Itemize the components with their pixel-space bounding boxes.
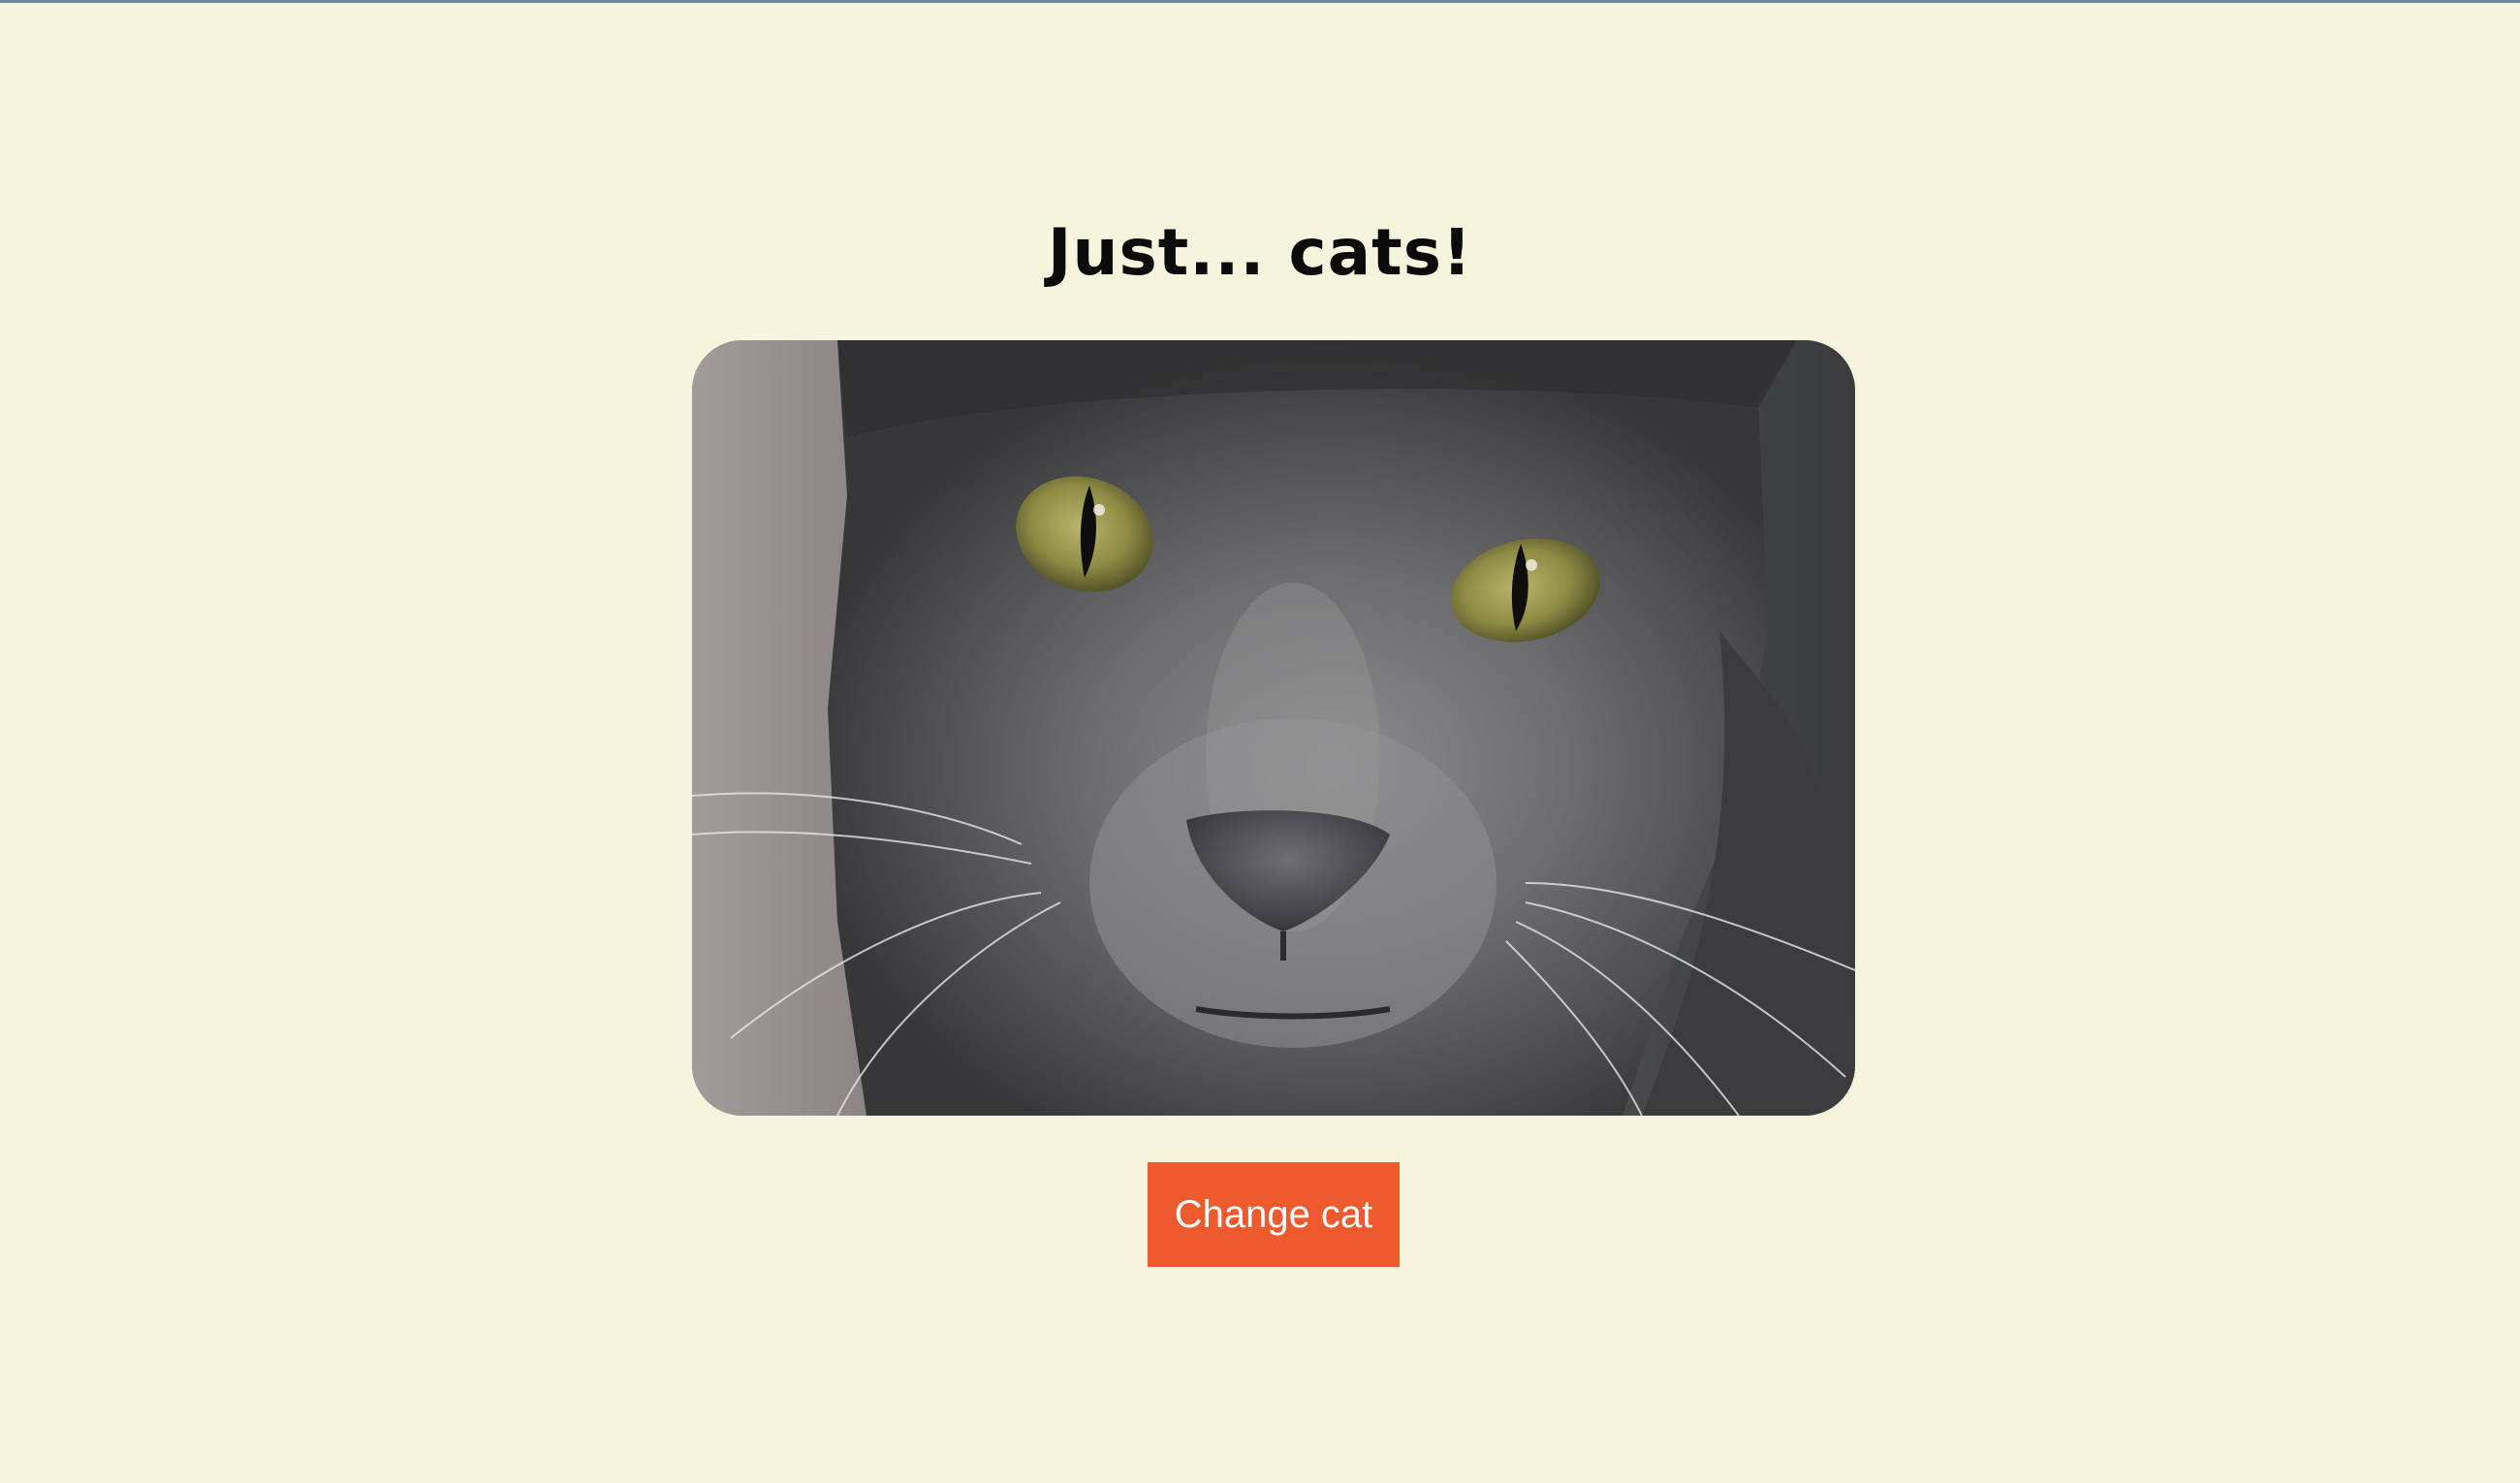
cat-photo — [692, 340, 1855, 1116]
top-border — [0, 0, 2520, 3]
change-cat-button[interactable]: Change cat — [1148, 1162, 1400, 1267]
cat-photo-illustration — [692, 340, 1855, 1116]
page: Just... cats! Change cat — [0, 0, 2520, 1483]
page-title: Just... cats! — [1047, 215, 1473, 290]
